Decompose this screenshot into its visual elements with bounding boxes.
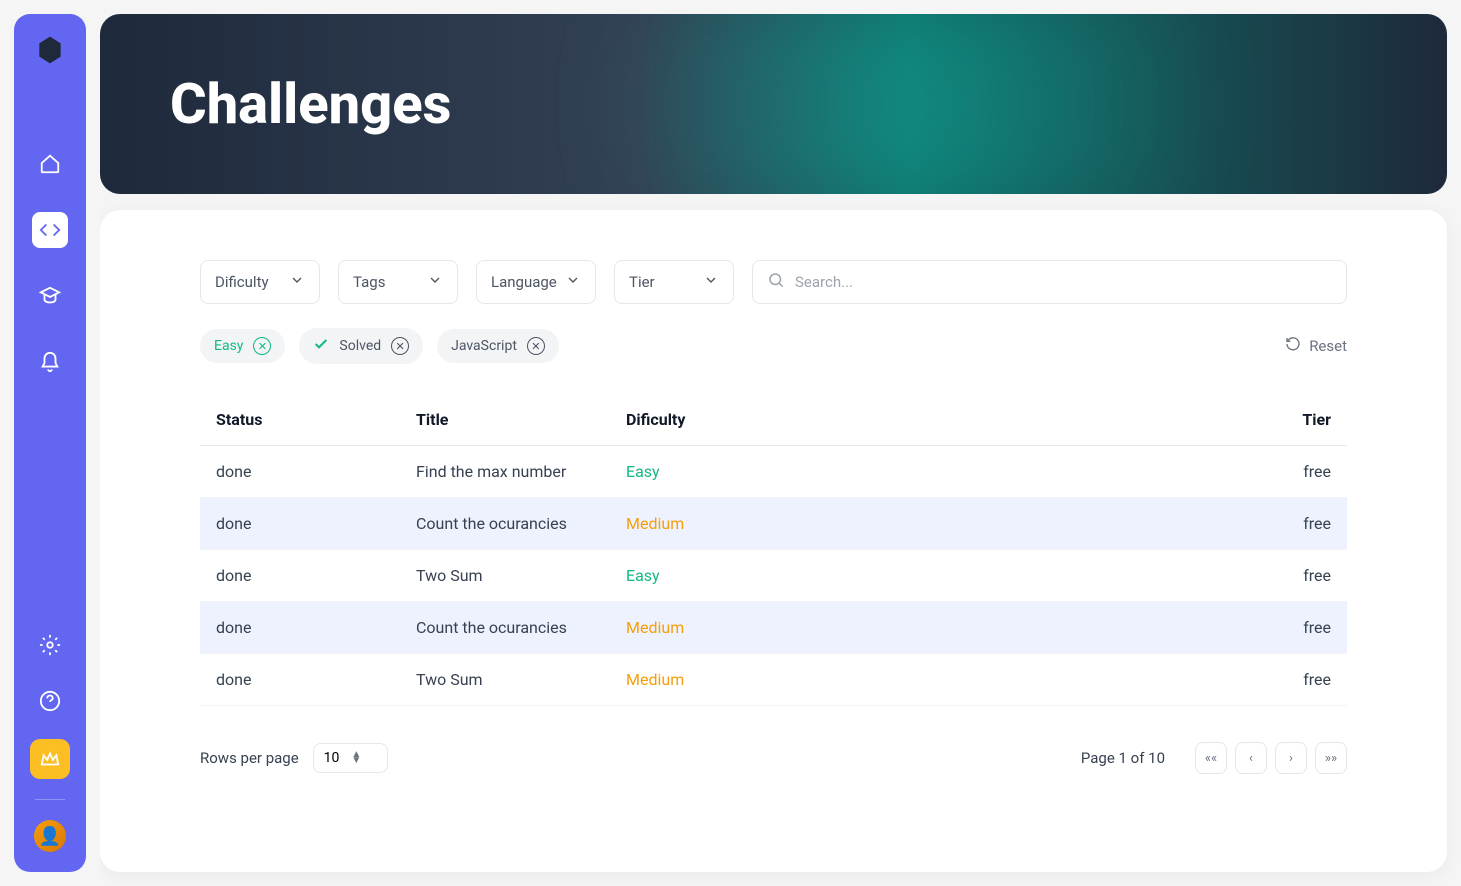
- nav-group-bottom: 👤: [30, 627, 70, 852]
- cell-difficulty: Easy: [626, 462, 976, 481]
- filter-difficulty[interactable]: Dificulty: [200, 260, 320, 304]
- search-input[interactable]: [795, 273, 1332, 291]
- chevron-down-icon: [427, 272, 443, 292]
- page-title: Challenges: [170, 71, 451, 137]
- chip-label: JavaScript: [451, 338, 517, 354]
- nav-notifications[interactable]: [32, 344, 68, 380]
- sidebar: 👤: [14, 14, 86, 872]
- chip-easy[interactable]: Easy ✕: [200, 329, 285, 363]
- nav-settings[interactable]: [32, 627, 68, 663]
- pagination: Rows per page 10 ▲▼ Page 1 of 10 «« ‹ › …: [200, 742, 1347, 774]
- table-row[interactable]: doneTwo SumEasyfree: [200, 550, 1347, 602]
- nav-home[interactable]: [32, 146, 68, 182]
- reset-label: Reset: [1309, 337, 1347, 355]
- nav-learn[interactable]: [32, 278, 68, 314]
- cell-difficulty: Medium: [626, 618, 976, 637]
- cell-tier: free: [976, 670, 1331, 689]
- cell-difficulty: Medium: [626, 514, 976, 533]
- filter-label: Dificulty: [215, 273, 269, 291]
- refresh-icon: [1285, 336, 1301, 356]
- check-icon: [313, 336, 329, 356]
- cell-difficulty: Easy: [626, 566, 976, 585]
- table-row[interactable]: doneCount the ocuranciesMediumfree: [200, 498, 1347, 550]
- table-row[interactable]: doneTwo SumMediumfree: [200, 654, 1347, 706]
- filter-tags[interactable]: Tags: [338, 260, 458, 304]
- nav-challenges[interactable]: [32, 212, 68, 248]
- rows-per-page-label: Rows per page: [200, 749, 299, 767]
- cell-tier: free: [976, 566, 1331, 585]
- table-row[interactable]: doneFind the max numberEasyfree: [200, 446, 1347, 498]
- filter-tier[interactable]: Tier: [614, 260, 734, 304]
- chevron-down-icon: [565, 272, 581, 292]
- cell-title: Two Sum: [416, 670, 626, 689]
- cell-tier: free: [976, 462, 1331, 481]
- cell-status: done: [216, 618, 416, 637]
- search-box[interactable]: [752, 260, 1347, 304]
- cell-tier: free: [976, 514, 1331, 533]
- rows-per-page-select[interactable]: 10 ▲▼: [313, 743, 389, 773]
- divider: [35, 799, 65, 800]
- cell-title: Count the ocurancies: [416, 514, 626, 533]
- close-icon[interactable]: ✕: [391, 337, 409, 355]
- th-difficulty: Dificulty: [626, 410, 976, 429]
- filter-language[interactable]: Language: [476, 260, 596, 304]
- cell-title: Find the max number: [416, 462, 626, 481]
- table-row[interactable]: doneCount the ocuranciesMediumfree: [200, 602, 1347, 654]
- cell-status: done: [216, 462, 416, 481]
- cell-status: done: [216, 670, 416, 689]
- chip-label: Easy: [214, 338, 243, 354]
- cell-title: Count the ocurancies: [416, 618, 626, 637]
- table-body: doneFind the max numberEasyfreedoneCount…: [200, 446, 1347, 706]
- chevron-down-icon: [703, 272, 719, 292]
- chips-row: Easy ✕ Solved ✕ JavaScript ✕ Reset: [200, 328, 1347, 364]
- logo-icon: [34, 34, 66, 66]
- page-info: Page 1 of 10: [1081, 749, 1165, 767]
- sort-icon: ▲▼: [351, 752, 361, 764]
- content-card: Dificulty Tags Language Tier Easy: [100, 210, 1447, 872]
- table-head: Status Title Dificulty Tier: [200, 394, 1347, 446]
- cell-status: done: [216, 514, 416, 533]
- hero-banner: Challenges: [100, 14, 1447, 194]
- cell-status: done: [216, 566, 416, 585]
- page-prev-button[interactable]: ‹: [1235, 742, 1267, 774]
- reset-button[interactable]: Reset: [1285, 336, 1347, 356]
- search-icon: [767, 271, 785, 293]
- th-status: Status: [216, 410, 416, 429]
- filter-label: Tags: [353, 273, 385, 291]
- page-last-button[interactable]: »»: [1315, 742, 1347, 774]
- chevron-down-icon: [289, 272, 305, 292]
- close-icon[interactable]: ✕: [253, 337, 271, 355]
- filter-label: Language: [491, 273, 557, 291]
- th-title: Title: [416, 410, 626, 429]
- th-tier: Tier: [976, 410, 1331, 429]
- rows-value: 10: [324, 750, 340, 766]
- page-next-button[interactable]: ›: [1275, 742, 1307, 774]
- nav-help[interactable]: [32, 683, 68, 719]
- filter-label: Tier: [629, 273, 655, 291]
- challenges-table: Status Title Dificulty Tier doneFind the…: [200, 394, 1347, 706]
- cell-difficulty: Medium: [626, 670, 976, 689]
- nav-premium[interactable]: [30, 739, 70, 779]
- cell-tier: free: [976, 618, 1331, 637]
- page-buttons: «« ‹ › »»: [1195, 742, 1347, 774]
- main-content: Challenges Dificulty Tags Language Tier: [100, 0, 1461, 886]
- nav-group-top: [32, 146, 68, 380]
- chip-solved[interactable]: Solved ✕: [299, 328, 423, 364]
- filters-row: Dificulty Tags Language Tier: [200, 260, 1347, 304]
- close-icon[interactable]: ✕: [527, 337, 545, 355]
- chip-label: Solved: [339, 338, 381, 354]
- cell-title: Two Sum: [416, 566, 626, 585]
- avatar[interactable]: 👤: [34, 820, 66, 852]
- page-first-button[interactable]: ««: [1195, 742, 1227, 774]
- chip-javascript[interactable]: JavaScript ✕: [437, 329, 559, 363]
